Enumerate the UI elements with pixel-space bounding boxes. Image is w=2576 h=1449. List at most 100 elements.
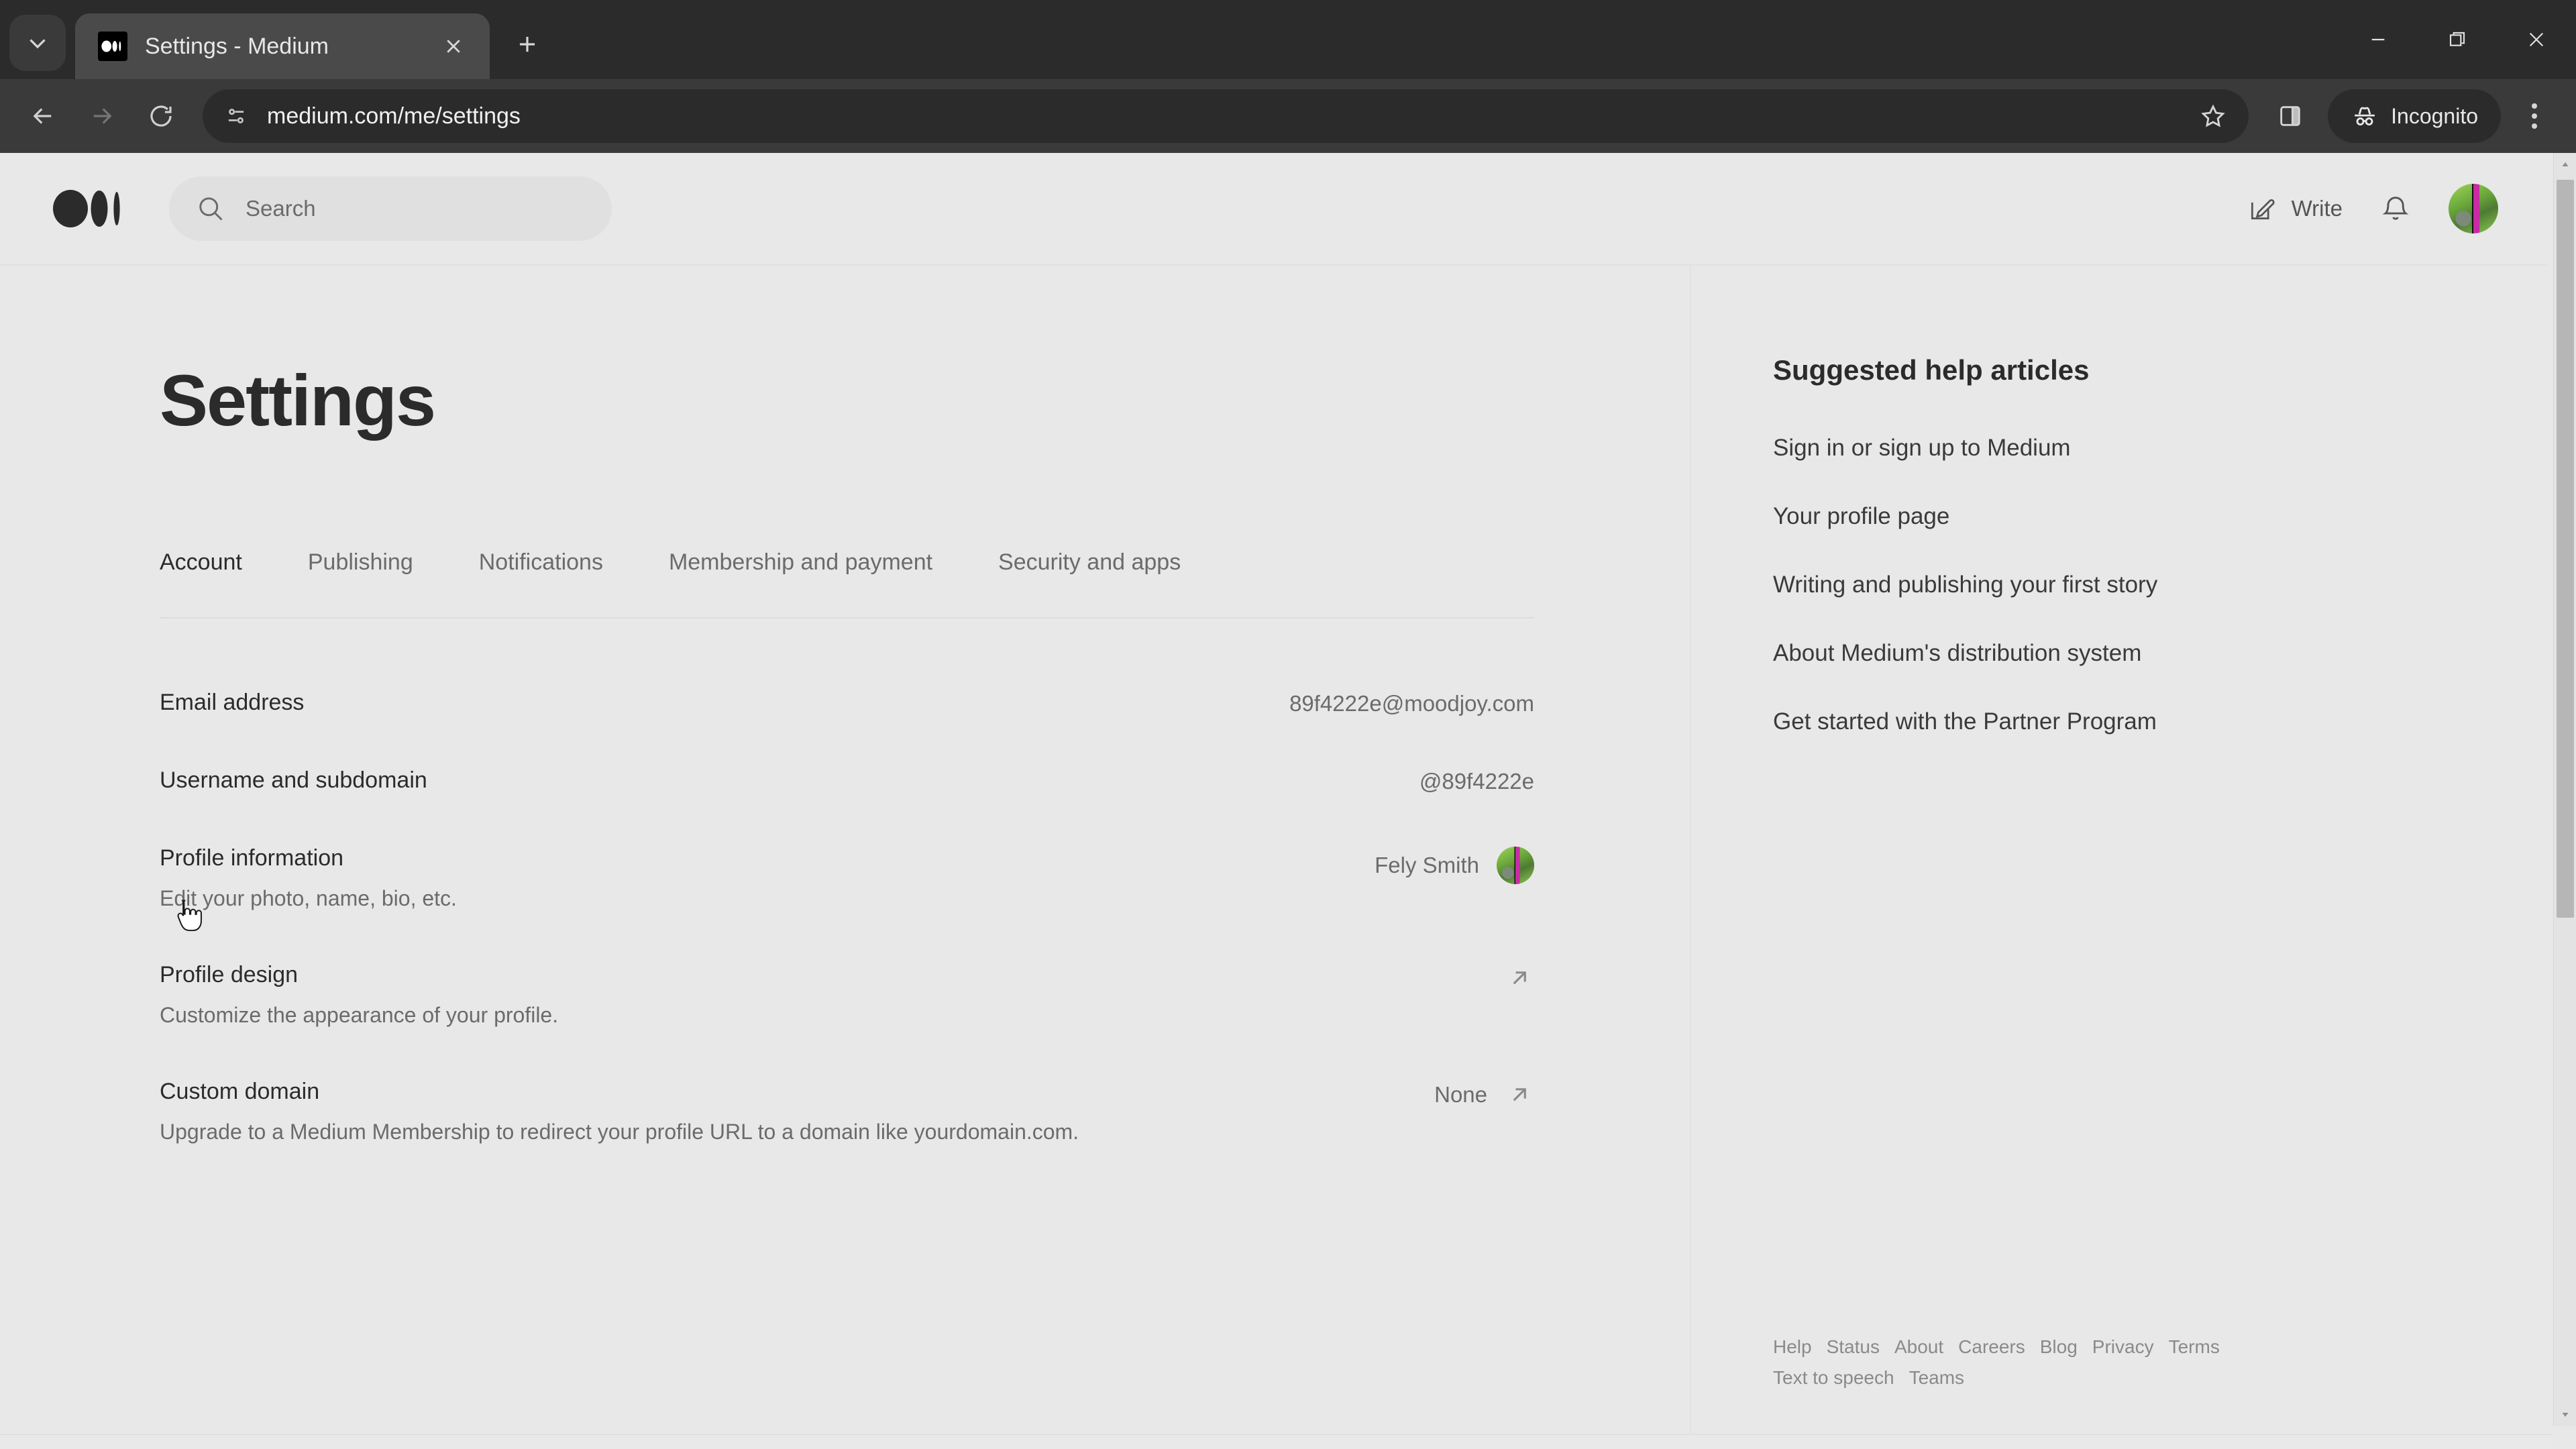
footer-link-about[interactable]: About [1894,1336,1943,1358]
footer-link-careers[interactable]: Careers [1958,1336,2025,1358]
close-icon [447,40,460,53]
help-article-link[interactable]: Get started with the Partner Program [1773,708,2536,735]
setting-row-value: @89f4222e [1419,769,1534,794]
incognito-label: Incognito [2391,103,2478,128]
browser-tab[interactable]: Settings - Medium [75,13,490,79]
help-article-link[interactable]: Writing and publishing your first story [1773,572,2536,598]
site-settings-icon[interactable] [221,101,251,131]
close-window-button[interactable] [2497,0,2576,79]
setting-row-text: Profile information Edit your photo, nam… [160,845,457,911]
notifications-button[interactable] [2380,193,2411,224]
scrollbar-thumb[interactable] [2557,180,2574,918]
site-header: Search Write [0,153,2548,266]
setting-row-profile-design[interactable]: Profile design Customize the appearance … [160,962,1534,1028]
help-article-link[interactable]: Sign in or sign up to Medium [1773,435,2536,462]
minimize-icon [2371,38,2385,41]
reload-icon [150,105,172,127]
help-article-link[interactable]: About Medium's distribution system [1773,640,2536,667]
avatar [1497,847,1534,884]
medium-logo-icon [53,190,120,227]
tab-membership-and-payment[interactable]: Membership and payment [669,549,932,585]
restore-icon [2449,32,2465,46]
side-panel-icon [2280,106,2300,126]
setting-row-text: Email address [160,690,304,716]
setting-row-subtitle: Upgrade to a Medium Membership to redire… [160,1120,1079,1144]
incognito-indicator[interactable]: Incognito [2328,89,2501,143]
medium-logo[interactable] [52,189,127,229]
scroll-down-arrow-icon [2562,1413,2569,1417]
setting-row-email-address[interactable]: Email address 89f4222e@moodjoy.com [160,690,1534,716]
tab-strip: Settings - Medium [0,0,2576,79]
setting-row-title: Email address [160,690,305,715]
tab-search-button[interactable] [9,15,66,71]
footer-link-help[interactable]: Help [1773,1336,1812,1358]
plus-icon [519,36,535,52]
incognito-hat-icon [2355,107,2375,125]
setting-row-value-group [1505,962,1534,993]
write-button[interactable]: Write [2247,194,2343,223]
tab-notifications[interactable]: Notifications [479,549,603,585]
maximize-button[interactable] [2418,0,2497,79]
tab-title: Settings - Medium [145,33,329,59]
url-text[interactable]: medium.com/me/settings [267,103,2174,129]
address-bar[interactable]: medium.com/me/settings [203,89,2249,143]
setting-row-value-group: None [1434,1079,1534,1110]
back-arrow-icon [33,108,52,124]
tune-icon [228,109,244,123]
kebab-dot [2532,113,2537,119]
page-viewport: Search Write Settings Account Publishing… [0,153,2576,1449]
search-icon [199,197,223,221]
minimize-button[interactable] [2339,0,2418,79]
setting-row-custom-domain[interactable]: Custom domain Upgrade to a Medium Member… [160,1079,1534,1144]
chevron-down-icon [30,39,46,49]
medium-favicon [98,32,127,61]
write-label: Write [2291,196,2343,221]
footer-link-blog[interactable]: Blog [2040,1336,2078,1358]
settings-tabs: Account Publishing Notifications Members… [160,549,1690,585]
setting-row-value: 89f4222e@moodjoy.com [1289,691,1534,716]
tab-account[interactable]: Account [160,549,242,585]
tab-publishing[interactable]: Publishing [308,549,413,585]
setting-row-value: None [1434,1082,1487,1107]
help-articles-list: Sign in or sign up to Medium Your profil… [1773,435,2536,735]
footer-link-privacy[interactable]: Privacy [2092,1336,2154,1358]
setting-row-profile-information[interactable]: Profile information Edit your photo, nam… [160,845,1534,911]
search-input[interactable]: Search [169,176,612,241]
tab-close-button[interactable] [435,28,472,65]
avatar[interactable] [2449,184,2498,233]
page-title: Settings [160,360,436,441]
reload-button[interactable] [133,88,189,144]
setting-row-subtitle: Customize the appearance of your profile… [160,1003,559,1027]
footer-link-text-to-speech[interactable]: Text to speech [1773,1367,1894,1389]
footer-link-status[interactable]: Status [1827,1336,1880,1358]
kebab-dot [2532,123,2537,129]
footer-link-terms[interactable]: Terms [2169,1336,2220,1358]
horizontal-scrollbar[interactable] [0,1434,2553,1449]
new-tab-button[interactable] [502,19,553,70]
header-actions: Write [2247,184,2498,233]
side-panel-button[interactable] [2262,88,2318,144]
setting-row-username-and-subdomain[interactable]: Username and subdomain @89f4222e [160,767,1534,794]
footer-link-teams[interactable]: Teams [1909,1367,1964,1389]
window-controls [2339,0,2576,79]
tab-security-and-apps[interactable]: Security and apps [998,549,1181,585]
forward-button[interactable] [74,88,130,144]
scroll-up-arrow-icon [2562,162,2568,166]
setting-row-title: Custom domain [160,1079,320,1104]
setting-row-text: Custom domain Upgrade to a Medium Member… [160,1079,1079,1144]
help-article-link[interactable]: Your profile page [1773,503,2536,530]
scroll-up-button[interactable] [2554,153,2576,176]
setting-row-title: Profile information [160,845,344,871]
vertical-scrollbar[interactable] [2553,153,2576,1426]
forward-arrow-icon [93,108,112,124]
tabs-divider [160,617,1534,619]
scroll-down-button[interactable] [2554,1403,2576,1426]
write-pencil-icon [2251,199,2275,220]
external-link-arrow-icon [1513,1088,1526,1102]
browser-menu-button[interactable] [2508,89,2561,143]
sidebar: Suggested help articles Sign in or sign … [1690,266,2576,1448]
setting-row-value-group: 89f4222e@moodjoy.com [1289,690,1534,716]
search-placeholder: Search [246,196,316,221]
bookmark-button[interactable] [2190,93,2237,140]
back-button[interactable] [15,88,71,144]
